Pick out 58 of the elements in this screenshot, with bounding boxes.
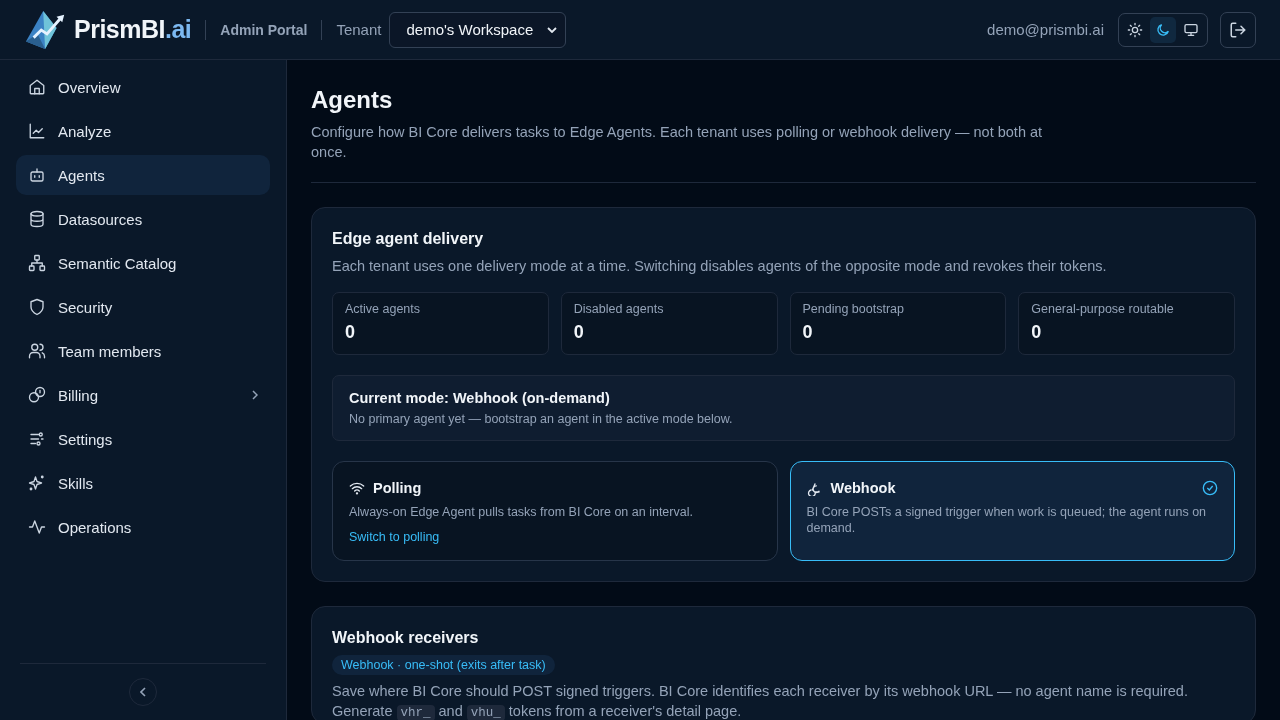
stat-value: 0 (345, 322, 355, 343)
nav-item[interactable]: Operations (16, 507, 270, 547)
stat-label: Active agents (345, 302, 421, 316)
mode-title: Polling (373, 480, 422, 496)
current-mode-note: No primary agent yet — bootstrap an agent in the active mode below. (349, 412, 733, 426)
nav-item[interactable]: Semantic Catalog (16, 243, 270, 283)
mode-description: BI Core POSTs a signed trigger when work is queued; the agent runs on demand. (806, 504, 1208, 536)
sliders-icon (28, 430, 46, 448)
stat-value: 0 (573, 322, 584, 343)
users-icon (28, 342, 46, 360)
switch-mode-link[interactable]: Switch to polling (349, 530, 440, 544)
nav-item[interactable]: Datasources (16, 199, 270, 239)
mode-badge: Webhook · one-shot (exits after task) (332, 655, 555, 675)
nav-item[interactable]: Settings (16, 419, 270, 459)
stat-label: General-purpose routable (1031, 302, 1174, 316)
stat-label: Disabled agents (573, 302, 664, 316)
tenant-label: Tenant (336, 21, 382, 38)
shield-icon (28, 298, 46, 316)
nav-item[interactable]: Team members (16, 331, 270, 371)
database-icon (28, 210, 46, 228)
nav-item[interactable]: Security (16, 287, 270, 327)
delivery-mode-option[interactable]: Polling Always-on Edge Agent pulls tasks from BI Core on an interval. Switch to polling (332, 461, 778, 561)
logout-icon (1229, 20, 1247, 39)
wifi-icon (349, 480, 365, 496)
sparkles-icon (28, 474, 46, 492)
mode-title: Webhook (830, 480, 896, 496)
nav-item[interactable]: Billing (16, 375, 270, 415)
pulse-icon (28, 518, 46, 536)
tenant-select[interactable]: demo's Workspace (389, 11, 567, 48)
bot-icon (28, 166, 46, 184)
card-title: Webhook receivers (332, 629, 480, 647)
card-description: Save where BI Core should POST signed triggers. BI Core identifies each receiver by its webhook URL — no agent name is required. Generate vhr_ and vhu_ tokens from a receiver's detail page. (332, 682, 1189, 720)
chevron-left-icon (140, 687, 146, 697)
user-email: demo@prismbi.ai (987, 21, 1104, 38)
stat-value: 0 (1031, 322, 1042, 343)
check-circle-icon (1202, 480, 1218, 496)
nav-item[interactable]: Overview (16, 67, 270, 107)
stat-value: 0 (802, 322, 813, 343)
card-title: Edge agent delivery (332, 230, 485, 248)
nav-item[interactable]: Skills (16, 463, 270, 503)
brand-name: PrismBI.ai (74, 15, 192, 44)
page-title: Agents (311, 86, 394, 114)
delivery-mode-option[interactable]: Webhook BI Core POSTs a signed trigger when work is queued; the agent runs on demand. (789, 461, 1235, 561)
coins-icon (28, 386, 46, 404)
current-mode-title: Current mode: Webhook (on-demand) (349, 390, 610, 406)
nav-item[interactable]: Analyze (16, 111, 270, 151)
network-icon (28, 254, 46, 272)
mode-description: Always-on Edge Agent pulls tasks from BI Core on an interval. (349, 504, 693, 520)
logout-button[interactable] (1220, 11, 1256, 48)
home-icon (28, 78, 46, 96)
page-description: Configure how BI Core delivers tasks to Edge Agents. Each tenant uses polling or webhook delivery — not both at once. (311, 123, 1044, 162)
chart-icon (28, 122, 46, 140)
chevron-down-icon (547, 26, 558, 33)
moon-icon[interactable] (1150, 16, 1176, 43)
card-description: Each tenant uses one delivery mode at a time. Switching disables agents of the opposite mode and revokes their tokens. (332, 257, 1108, 276)
portal-label: Admin Portal (220, 21, 308, 38)
stat-label: Pending bootstrap (802, 302, 904, 316)
nav-item[interactable]: Agents (16, 155, 270, 195)
